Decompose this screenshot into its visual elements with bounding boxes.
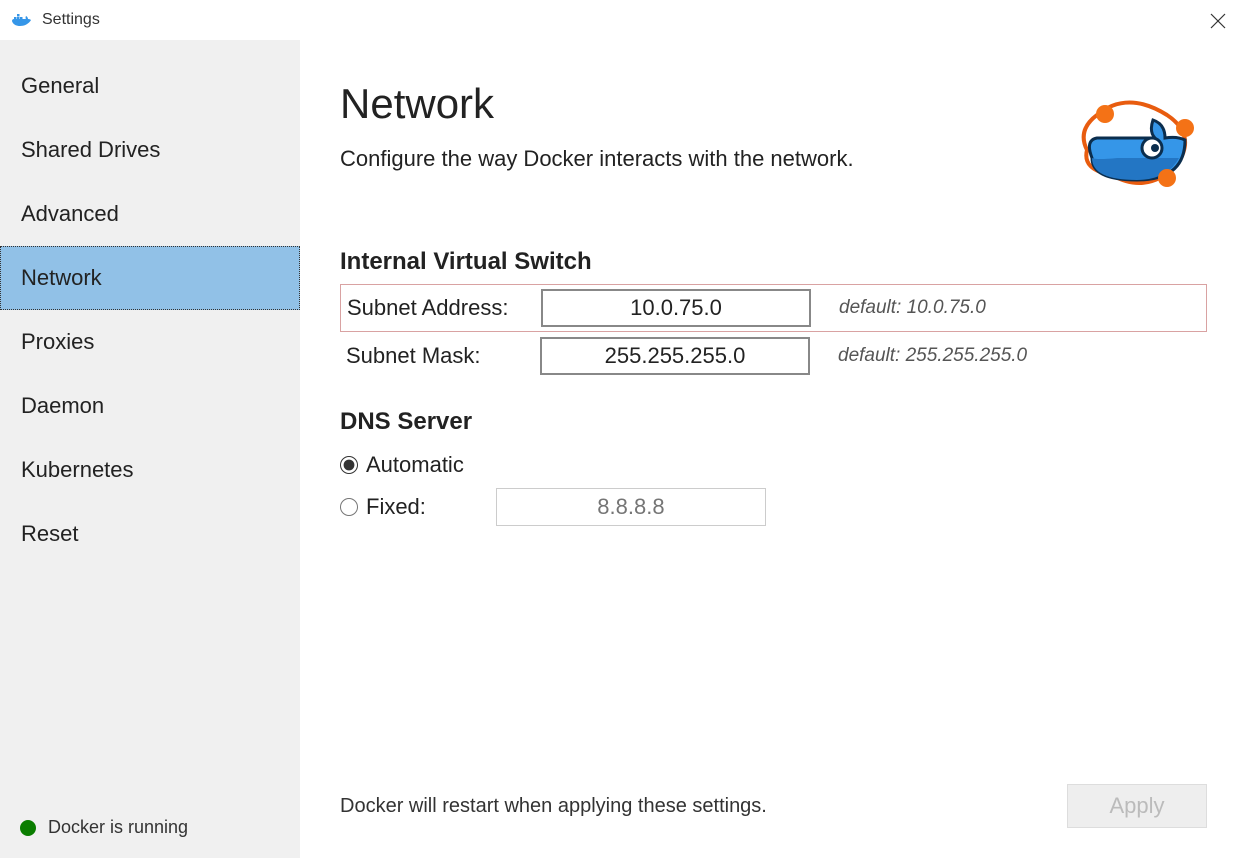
subnet-mask-row: Subnet Mask: default: 255.255.255.0 <box>340 332 1207 380</box>
dns-fixed-radio[interactable] <box>340 498 358 516</box>
subnet-address-input[interactable] <box>541 289 811 327</box>
dns-server-section: DNS Server Automatic Fixed: <box>340 408 1207 528</box>
footer: Docker will restart when applying these … <box>340 784 1207 828</box>
apply-button[interactable]: Apply <box>1067 784 1207 828</box>
dns-fixed-option[interactable]: Fixed: <box>340 494 426 520</box>
sidebar: General Shared Drives Advanced Network P… <box>0 40 300 858</box>
titlebar: Settings <box>0 0 1247 40</box>
sidebar-item-shared-drives[interactable]: Shared Drives <box>0 118 300 182</box>
window-title: Settings <box>42 11 100 29</box>
section-heading-switch: Internal Virtual Switch <box>340 248 1207 276</box>
subnet-mask-hint: default: 255.255.255.0 <box>838 345 1027 367</box>
sidebar-item-proxies[interactable]: Proxies <box>0 310 300 374</box>
main-panel: Network Configure the way Docker interac… <box>300 40 1247 858</box>
status-bar: Docker is running <box>0 797 300 858</box>
docker-network-hero-icon <box>1057 80 1207 200</box>
sidebar-item-network[interactable]: Network <box>0 246 300 310</box>
page-subtitle: Configure the way Docker interacts with … <box>340 144 854 174</box>
subnet-address-label: Subnet Address: <box>341 295 541 321</box>
status-text: Docker is running <box>48 817 188 838</box>
sidebar-item-reset[interactable]: Reset <box>0 502 300 566</box>
sidebar-item-advanced[interactable]: Advanced <box>0 182 300 246</box>
footer-text: Docker will restart when applying these … <box>340 795 767 818</box>
close-icon <box>1210 13 1226 29</box>
section-heading-dns: DNS Server <box>340 408 1207 436</box>
status-indicator-icon <box>20 820 36 836</box>
close-button[interactable] <box>1203 6 1233 36</box>
subnet-mask-label: Subnet Mask: <box>340 343 540 369</box>
dns-fixed-input[interactable] <box>496 488 766 526</box>
subnet-mask-input[interactable] <box>540 337 810 375</box>
dns-automatic-option[interactable]: Automatic <box>340 452 464 478</box>
subnet-address-row: Subnet Address: default: 10.0.75.0 <box>340 284 1207 332</box>
dns-fixed-label: Fixed: <box>366 494 426 520</box>
dns-automatic-label: Automatic <box>366 452 464 478</box>
docker-whale-icon <box>10 8 34 32</box>
sidebar-item-general[interactable]: General <box>0 54 300 118</box>
subnet-address-hint: default: 10.0.75.0 <box>839 297 986 319</box>
sidebar-item-daemon[interactable]: Daemon <box>0 374 300 438</box>
internal-virtual-switch-section: Internal Virtual Switch Subnet Address: … <box>340 248 1207 380</box>
dns-automatic-radio[interactable] <box>340 456 358 474</box>
sidebar-item-kubernetes[interactable]: Kubernetes <box>0 438 300 502</box>
page-title: Network <box>340 80 854 128</box>
